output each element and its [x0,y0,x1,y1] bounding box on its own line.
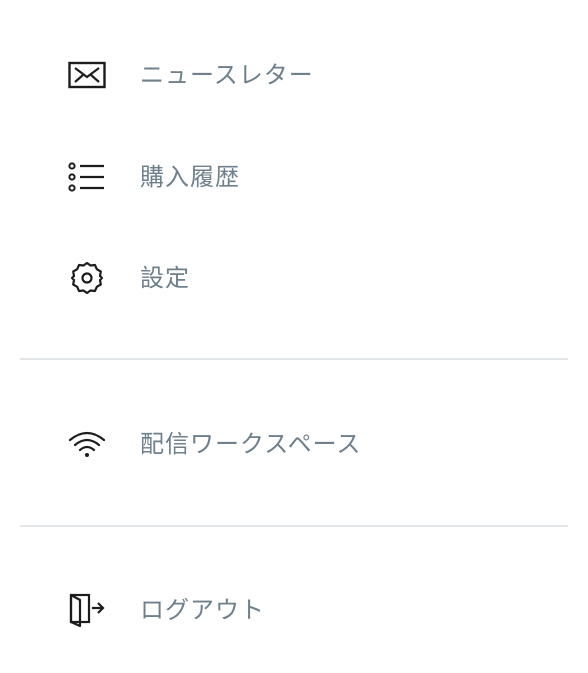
menu-divider [20,358,568,360]
logout-door-icon [68,591,106,629]
mail-icon [68,56,106,94]
account-menu: ニュースレター 購入履歴 設定 配信ワークスペース ログアウト [0,0,588,673]
newsletter-label: ニュースレター [140,61,314,89]
workspace-label: 配信ワークスペース [140,430,362,458]
purchase-history-label: 購入履歴 [140,163,240,191]
menu-item-workspace[interactable]: 配信ワークスペース [50,414,550,474]
menu-item-logout[interactable]: ログアウト [50,580,550,640]
menu-item-purchase-history[interactable]: 購入履歴 [50,147,550,207]
menu-divider [20,525,568,527]
settings-label: 設定 [140,264,190,292]
menu-item-settings[interactable]: 設定 [50,248,550,308]
list-icon [68,158,106,196]
menu-item-newsletter[interactable]: ニュースレター [50,45,550,105]
wifi-icon [68,425,106,463]
gear-icon [68,259,106,297]
logout-label: ログアウト [140,596,265,624]
